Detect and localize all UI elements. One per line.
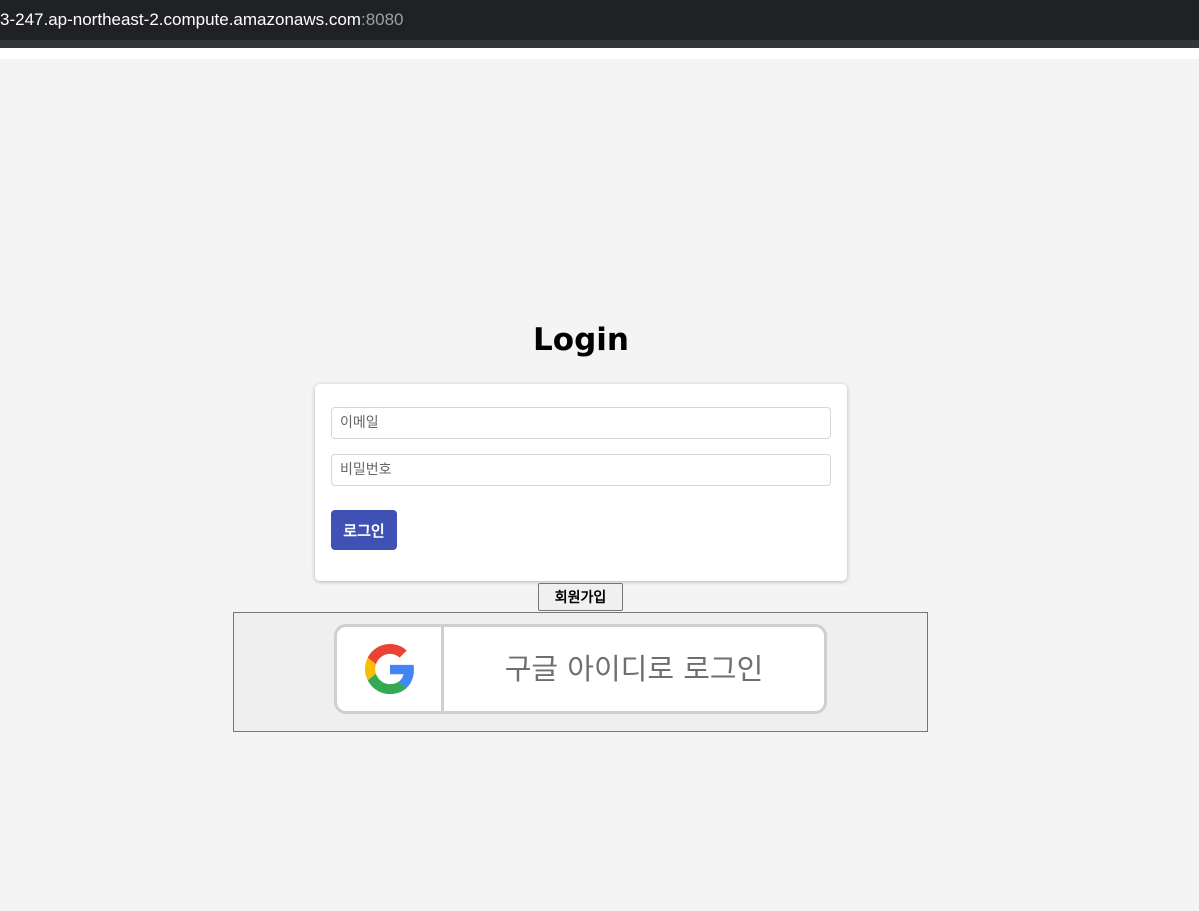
page-top-strip bbox=[0, 48, 1199, 59]
password-input[interactable] bbox=[331, 454, 831, 486]
signup-button[interactable]: 회원가입 bbox=[538, 583, 623, 611]
page-title: Login bbox=[533, 322, 629, 358]
login-form-card: 로그인 bbox=[315, 384, 847, 581]
google-logo-container bbox=[337, 627, 444, 711]
email-input[interactable] bbox=[331, 407, 831, 439]
address-port: :8080 bbox=[360, 10, 404, 29]
google-login-label: 구글 아이디로 로그인 bbox=[504, 652, 764, 686]
google-login-frame: 구글 아이디로 로그인 bbox=[233, 612, 928, 732]
address-host: 3-247.ap-northeast-2.compute.amazonaws.c… bbox=[0, 10, 361, 29]
browser-toolbar-strip bbox=[0, 40, 1199, 48]
google-g-icon bbox=[365, 644, 414, 694]
browser-address-bar[interactable]: 3-247.ap-northeast-2.compute.amazonaws.c… bbox=[0, 0, 1199, 40]
google-login-button[interactable]: 구글 아이디로 로그인 bbox=[334, 624, 827, 714]
login-button[interactable]: 로그인 bbox=[331, 510, 397, 550]
